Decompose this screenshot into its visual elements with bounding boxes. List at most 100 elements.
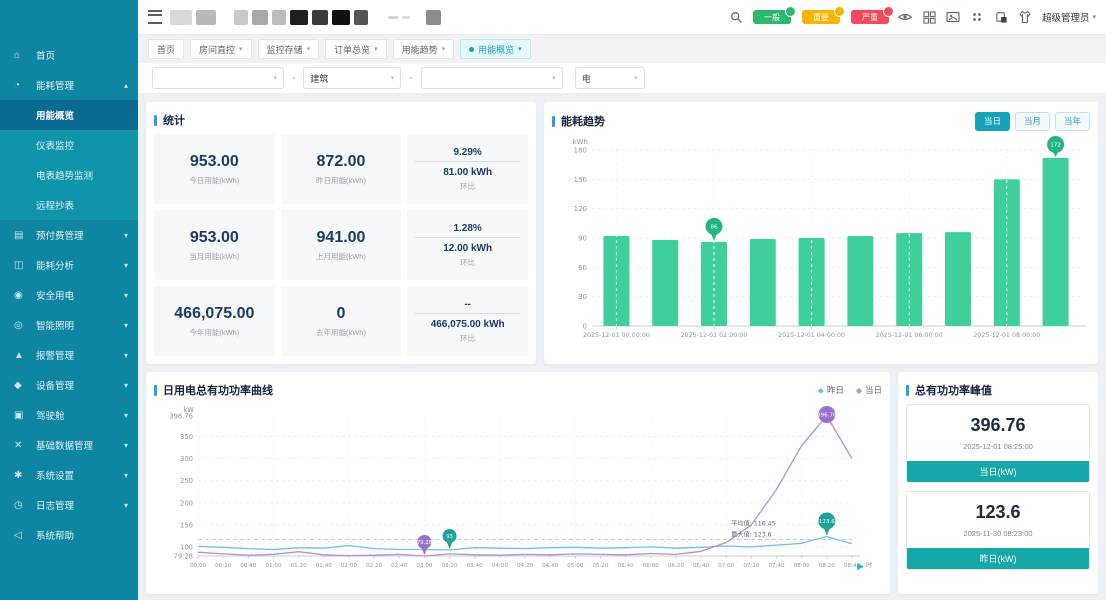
search-icon[interactable] <box>729 10 744 25</box>
sidebar-item-6[interactable]: ▤预付费管理▾ <box>0 220 138 250</box>
location-select-1[interactable]: ▾ <box>152 67 284 89</box>
legend-item-0[interactable]: ◆昨日 <box>818 384 844 396</box>
alarm-badge-label: 重要 <box>813 12 829 23</box>
svg-text:2025-12-01 02:00:00: 2025-12-01 02:00:00 <box>681 332 748 339</box>
alarm-badge-2[interactable]: 严重 <box>851 10 889 24</box>
copy-icon[interactable] <box>994 10 1009 25</box>
chevron-down-icon: ▾ <box>124 441 128 450</box>
sidebar-item-4[interactable]: 电表趋势监测 <box>0 160 138 190</box>
tab-5[interactable]: 用能概览▾ <box>460 39 531 59</box>
sidebar-item-label: 日志管理 <box>36 498 124 512</box>
alarm-count-bubble <box>785 6 796 17</box>
tags-bar: 首页房间直控▾ 监控存储▾订单总览▾ 用能趋势▾用能概览▾ <box>138 35 1106 63</box>
alarm-badge-1[interactable]: 重要 <box>802 10 840 24</box>
range-button-1[interactable]: 当月 <box>1015 112 1050 131</box>
sidebar-item-11[interactable]: ◆设备管理▾ <box>0 370 138 400</box>
bar-1[interactable] <box>652 240 678 326</box>
sidebar-item-13[interactable]: ✕基础数据管理▾ <box>0 430 138 460</box>
svg-text:01:40: 01:40 <box>316 563 333 569</box>
stat-label: 环比 <box>415 333 520 344</box>
tab-3[interactable]: 订单总览▾ <box>325 39 387 59</box>
stat-value: 953.00 <box>190 153 239 171</box>
sidebar-item-0[interactable]: ⌂首页 <box>0 40 138 70</box>
svg-text:02:40: 02:40 <box>391 563 408 569</box>
svg-text:02:00: 02:00 <box>341 563 358 569</box>
more-dots-icon[interactable] <box>970 10 985 25</box>
sidebar-item-16[interactable]: ◁系统帮助 <box>0 520 138 550</box>
sidebar-item-3[interactable]: 仪表监控 <box>0 130 138 160</box>
peak-cards: 396.762025-12-01 08:25:00当日(kW)123.62025… <box>906 404 1090 570</box>
line-series-0 <box>198 537 852 550</box>
tab-0[interactable]: 首页 <box>148 39 184 59</box>
chevron-down-icon: ▾ <box>124 381 128 390</box>
bar-7[interactable] <box>945 232 971 326</box>
svg-text:0: 0 <box>583 323 587 331</box>
bar-9[interactable] <box>1043 158 1069 326</box>
peak-footer-button[interactable]: 当日(kW) <box>907 461 1089 482</box>
logo-block <box>234 10 248 25</box>
svg-text:02:20: 02:20 <box>366 563 383 569</box>
range-button-0[interactable]: 当日 <box>975 112 1010 131</box>
svg-text:04:20: 04:20 <box>517 563 534 569</box>
stat-card-7: 0去年用能(kWh) <box>281 286 402 356</box>
building-select[interactable]: 建筑▾ <box>303 67 401 89</box>
svg-text:86: 86 <box>710 224 718 230</box>
chevron-up-icon: ▴ <box>124 81 128 90</box>
stat-card-3: 953.00当月用能(kWh) <box>154 210 275 280</box>
alarm-badge-0[interactable]: 一般 <box>753 10 791 24</box>
sidebar-item-12[interactable]: ▣驾驶舱▾ <box>0 400 138 430</box>
legend-item-1[interactable]: ◆当日 <box>856 384 882 396</box>
sidebar-item-2[interactable]: 用能概览 <box>0 100 138 130</box>
eye-icon[interactable] <box>898 10 913 25</box>
svg-text:2025-12-01 08:00:00: 2025-12-01 08:00:00 <box>973 332 1040 339</box>
stat-label: 环比 <box>415 257 520 268</box>
svg-text:00:40: 00:40 <box>240 563 257 569</box>
energy-type-select[interactable]: 电▾ <box>575 67 645 89</box>
stat-value: 466,075.00 kWh <box>415 319 520 330</box>
logo-redacted-blocks <box>170 10 441 25</box>
sidebar-item-9[interactable]: ◎智能照明▾ <box>0 310 138 340</box>
app: ⌂首页◔能耗管理▴用能概览仪表监控电表趋势监测远程抄表 ▤预付费管理▾◫能耗分析▾… <box>0 0 1106 600</box>
user-menu[interactable]: 超级管理员 ▾ <box>1042 10 1096 24</box>
bar-5[interactable] <box>847 236 873 326</box>
sidebar-item-label: 远程抄表 <box>36 198 128 212</box>
chevron-down-icon: ▾ <box>124 501 128 510</box>
sidebar-item-7[interactable]: ◫能耗分析▾ <box>0 250 138 280</box>
sidebar-item-14[interactable]: ✱系统设置▾ <box>0 460 138 490</box>
svg-text:06:20: 06:20 <box>668 563 685 569</box>
svg-text:05:00: 05:00 <box>567 563 584 569</box>
chevron-down-icon: ▾ <box>442 45 446 53</box>
logo-block <box>196 10 216 25</box>
legend-label: 当日 <box>865 384 882 396</box>
log-icon: ◷ <box>14 500 30 511</box>
svg-text:03:20: 03:20 <box>441 563 458 569</box>
peak-timestamp: 2025-11-30 08:23:00 <box>907 529 1089 538</box>
apps-grid-icon[interactable] <box>922 10 937 25</box>
stat-value: 941.00 <box>317 229 366 247</box>
play-icon[interactable]: ▶ <box>857 561 864 572</box>
stat-card-4: 941.00上月用能(kWh) <box>281 210 402 280</box>
peak-footer-button[interactable]: 昨日(kW) <box>907 548 1089 569</box>
tab-4[interactable]: 用能趋势▾ <box>393 39 455 59</box>
peak-timestamp: 2025-12-01 08:25:00 <box>907 442 1089 451</box>
sidebar-item-1[interactable]: ◔能耗管理▴ <box>0 70 138 100</box>
screenshot-icon[interactable] <box>946 10 961 25</box>
tab-2[interactable]: 监控存储▾ <box>258 39 320 59</box>
user-name: 超级管理员 <box>1042 10 1090 24</box>
svg-text:150: 150 <box>180 521 193 529</box>
menu-toggle-icon[interactable] <box>148 10 162 24</box>
sidebar-item-8[interactable]: ◉安全用电▾ <box>0 280 138 310</box>
svg-text:00:00: 00:00 <box>190 563 207 569</box>
svg-text:123.6: 123.6 <box>819 519 835 525</box>
sidebar-item-5[interactable]: 远程抄表 <box>0 190 138 220</box>
location-select-3[interactable]: ▾ <box>421 67 563 89</box>
range-button-2[interactable]: 当年 <box>1055 112 1090 131</box>
sidebar-item-10[interactable]: ▲报警管理▾ <box>0 340 138 370</box>
analysis-icon: ◫ <box>14 260 30 271</box>
stat-label: 去年用能(kWh) <box>316 327 366 338</box>
theme-shirt-icon[interactable] <box>1018 10 1033 25</box>
sidebar-item-label: 设备管理 <box>36 378 124 392</box>
bar-3[interactable] <box>750 239 776 326</box>
tab-1[interactable]: 房间直控▾ <box>190 39 252 59</box>
sidebar-item-15[interactable]: ◷ 日志管理▾ <box>0 490 138 520</box>
